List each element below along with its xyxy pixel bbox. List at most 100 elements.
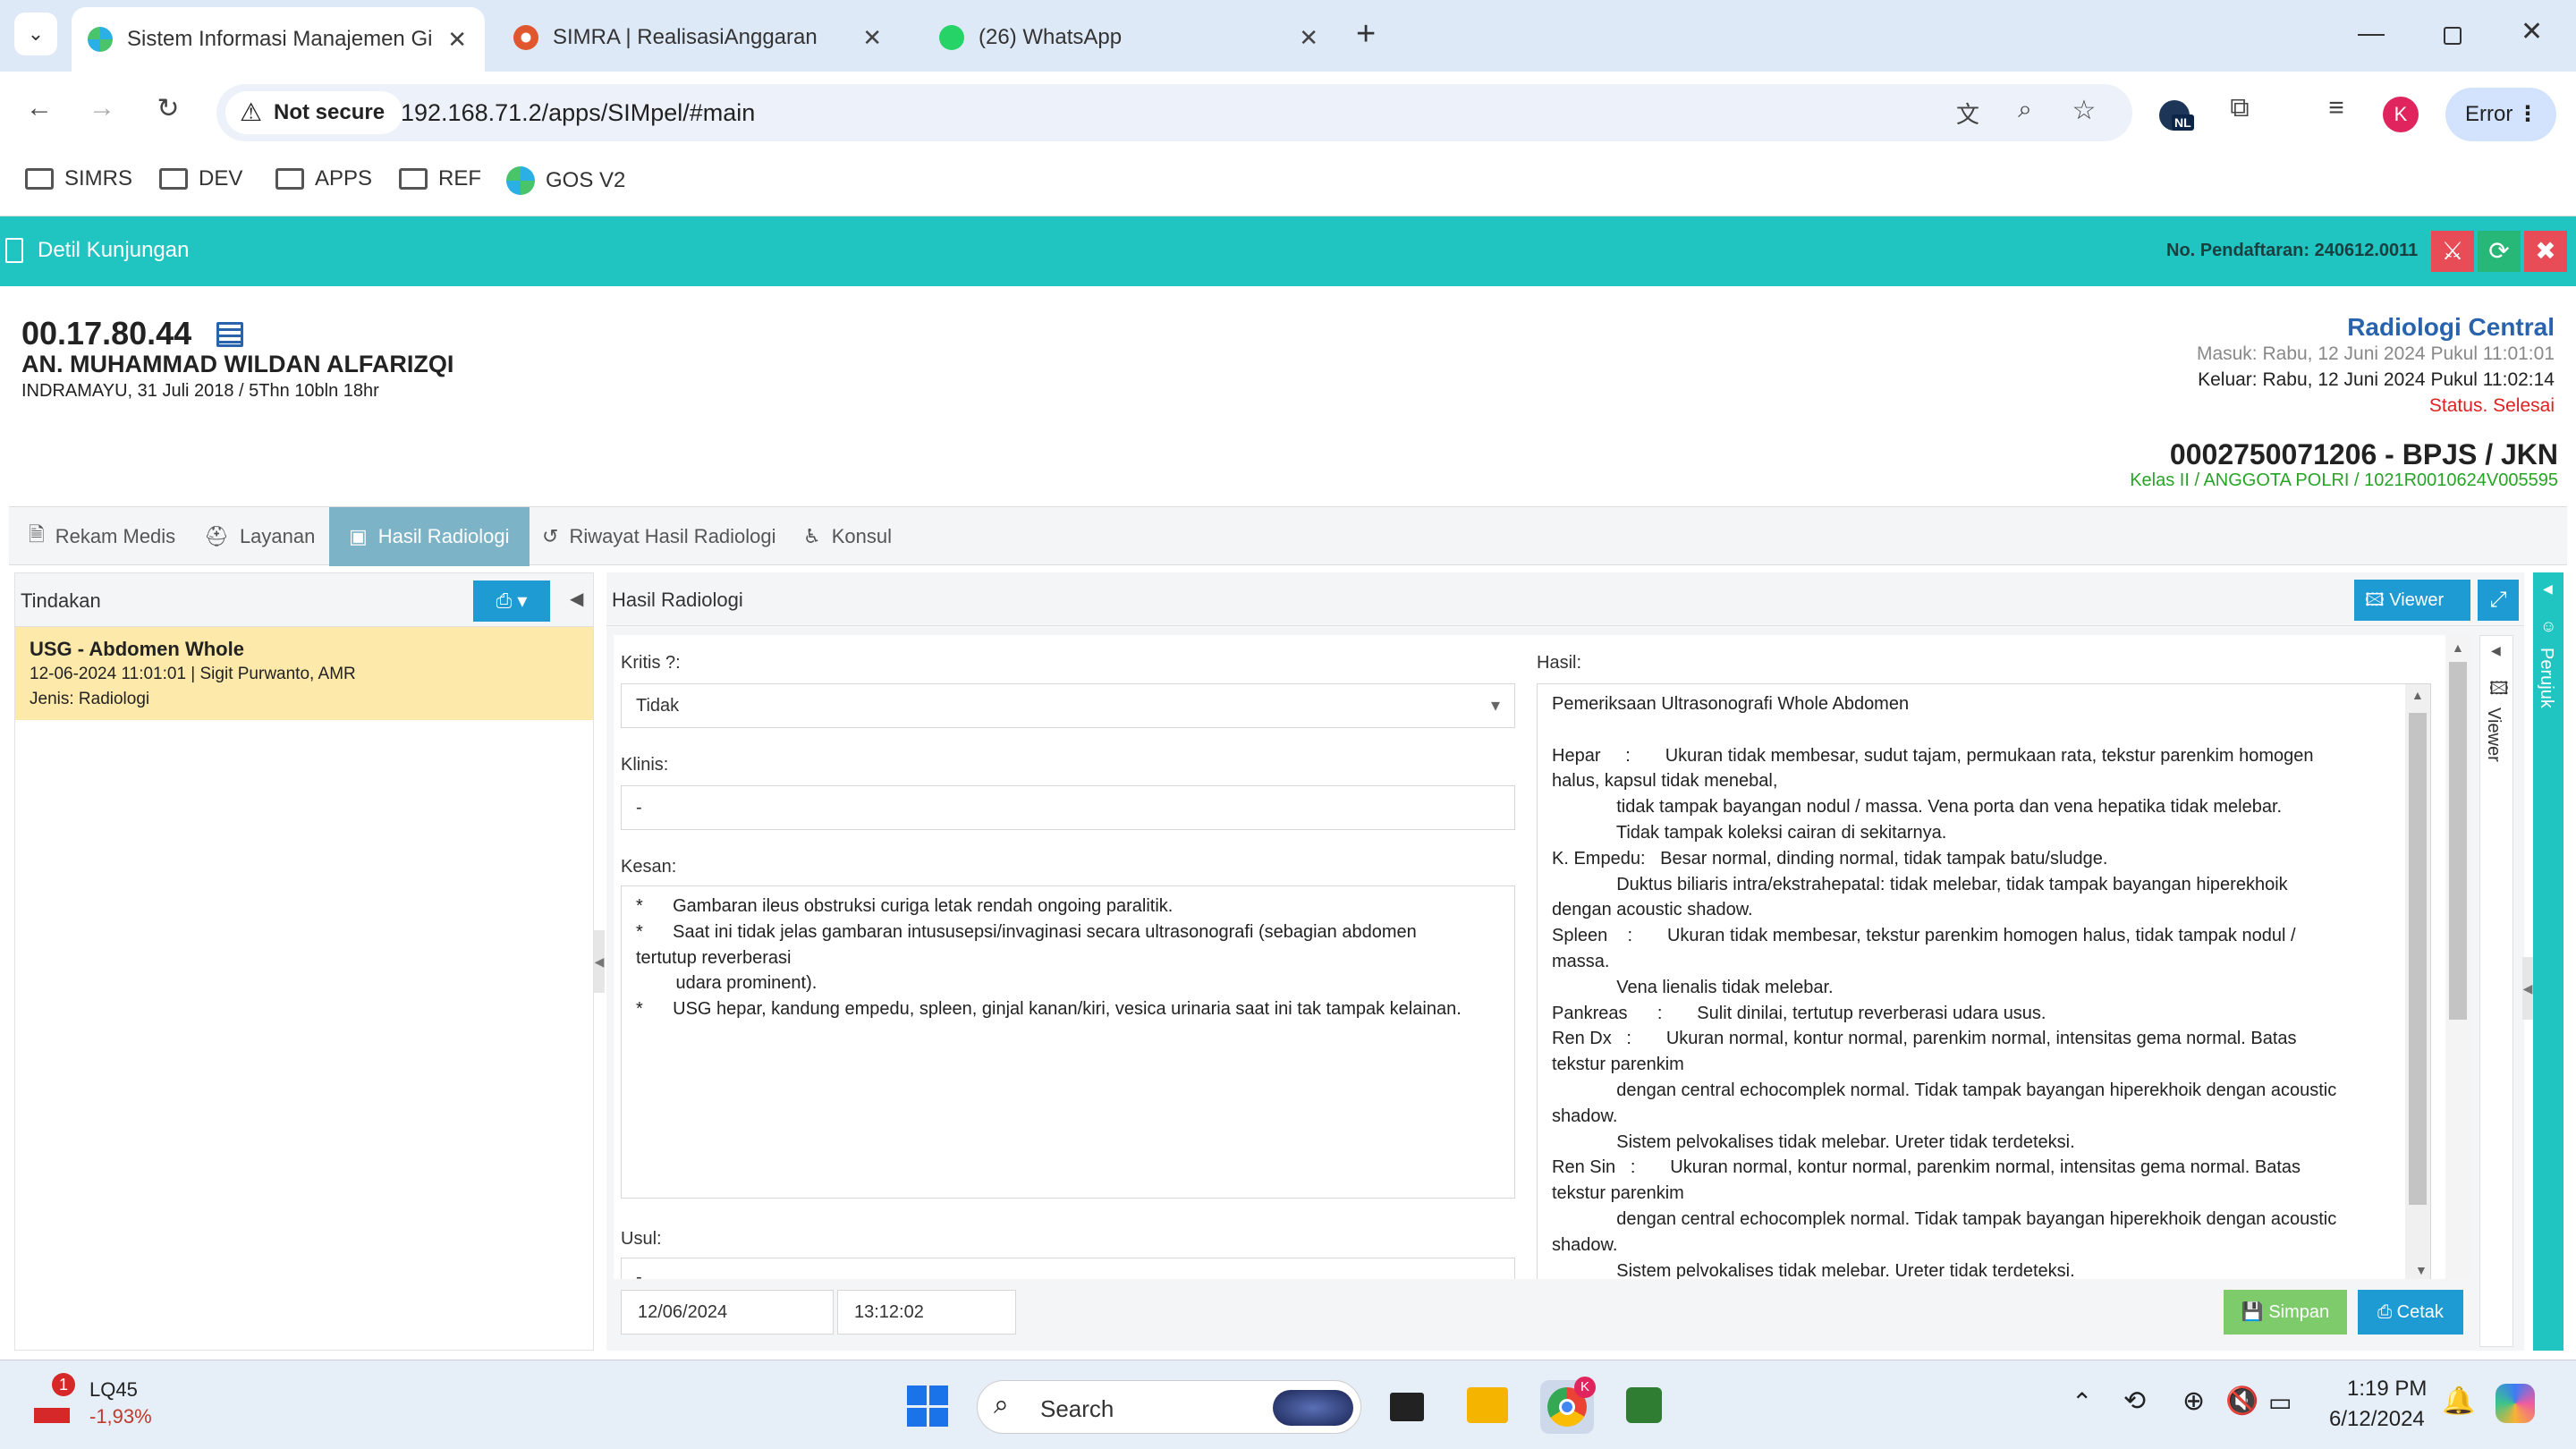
- taskbar-search[interactable]: ⌕ Search: [977, 1380, 1361, 1434]
- collapse-left-icon[interactable]: ◀: [570, 588, 583, 610]
- unlink-button[interactable]: ⚔: [2431, 231, 2474, 272]
- close-button[interactable]: ✖: [2524, 231, 2567, 272]
- simpan-button[interactable]: 💾 Simpan: [2224, 1290, 2347, 1335]
- chevron-up-icon[interactable]: ⌃: [2072, 1387, 2092, 1417]
- hasil-line: [1552, 717, 2416, 743]
- clock-time[interactable]: 1:19 PM: [2347, 1377, 2427, 1402]
- time-field[interactable]: 13:12:02: [837, 1290, 1016, 1335]
- task-view-icon[interactable]: [1390, 1393, 1424, 1421]
- image-icon: 🖾: [2365, 590, 2385, 610]
- url-text[interactable]: 192.168.71.2/apps/SIMpel/#main: [401, 84, 755, 141]
- restore-window-button[interactable]: [2444, 27, 2462, 45]
- kritis-select[interactable]: Tidak ▾: [621, 683, 1515, 728]
- refresh-button[interactable]: ⟳: [2478, 231, 2521, 272]
- notification-bell-icon[interactable]: 🔔: [2442, 1385, 2475, 1417]
- list-item[interactable]: USG - Abdomen Whole 12-06-2024 11:01:01 …: [15, 627, 593, 720]
- tab-layanan[interactable]: ⛑ Layanan: [184, 507, 335, 566]
- hasil-line: tekstur parenkim: [1552, 1183, 1684, 1204]
- bookmark-star-icon[interactable]: ☆: [2066, 95, 2102, 126]
- usul-field[interactable]: -: [621, 1258, 1515, 1279]
- keluar-time: Keluar: Rabu, 12 Juni 2024 Pukul 11:02:1…: [2198, 369, 2555, 390]
- image-icon: 🖾: [2489, 679, 2509, 699]
- start-icon[interactable]: [907, 1385, 948, 1427]
- print-icon: ⎙: [2377, 1302, 2393, 1322]
- extension-globe-icon[interactable]: NL: [2159, 100, 2194, 131]
- kesan-textarea[interactable]: * Gambaran ileus obstruksi curiga letak …: [621, 886, 1515, 1199]
- stock-widget[interactable]: 1 LQ45 -1,93%: [32, 1373, 175, 1437]
- network-icon[interactable]: ⊕: [2182, 1385, 2205, 1417]
- profile-avatar[interactable]: K: [2383, 97, 2419, 132]
- tab-hasil-radiologi[interactable]: ▣ Hasil Radiologi: [329, 507, 530, 566]
- xray-icon: ▣: [349, 525, 368, 547]
- collapse-left-icon[interactable]: ◀: [2543, 581, 2553, 597]
- folder-icon: [275, 168, 304, 190]
- hasil-radiologi-panel: Hasil Radiologi 🖾 Viewer ⤢ Kritis ?: Tid…: [606, 572, 2524, 1351]
- viewer-side-panel[interactable]: ◀ 🖾 Viewer: [2479, 635, 2513, 1347]
- date-field[interactable]: 12/06/2024: [621, 1290, 834, 1335]
- hasil-line: Sistem pelvokalises tidak melebar. Urete…: [1552, 1260, 2075, 1279]
- volume-muted-icon[interactable]: 🔇: [2225, 1385, 2258, 1417]
- forward-icon[interactable]: →: [84, 93, 120, 123]
- cetak-button[interactable]: ⎙ Cetak: [2358, 1290, 2463, 1335]
- back-icon[interactable]: ←: [21, 93, 57, 123]
- hasil-textarea[interactable]: Pemeriksaan Ultrasonografi Whole Abdomen…: [1537, 683, 2431, 1279]
- scroll-down-icon[interactable]: ▼: [2415, 1263, 2428, 1277]
- chrome-icon[interactable]: K: [1540, 1377, 1596, 1434]
- list-icon[interactable]: [216, 322, 243, 347]
- scroll-up-icon[interactable]: ▲: [2411, 688, 2424, 702]
- reload-icon[interactable]: ↻: [150, 93, 186, 124]
- clock-date[interactable]: 6/12/2024: [2329, 1407, 2425, 1432]
- bookmark-dev[interactable]: DEV: [159, 166, 242, 191]
- bookmark-ref[interactable]: REF: [399, 166, 481, 191]
- close-window-button[interactable]: ✕: [2521, 16, 2543, 47]
- tab-search-button[interactable]: ⌄: [14, 13, 57, 55]
- tab-riwayat-hasil-radiologi[interactable]: ↺ Riwayat Hasil Radiologi: [522, 507, 796, 566]
- klinis-field[interactable]: -: [621, 785, 1515, 830]
- masuk-time: Masuk: Rabu, 12 Juni 2024 Pukul 11:01:01: [2196, 343, 2555, 364]
- hasil-line: Vena lienalis tidak melebar.: [1552, 977, 1834, 997]
- tab-simra[interactable]: SIMRA | RealisasiAnggaran ✕: [497, 13, 900, 63]
- perujuk-side-panel[interactable]: ◀ ☺ Perujuk: [2533, 572, 2563, 1351]
- tab-rekam-medis[interactable]: 🗎 Rekam Medis: [9, 507, 195, 566]
- tab-konsul[interactable]: ♿ Konsul: [784, 507, 911, 566]
- stock-name: LQ45: [89, 1378, 138, 1401]
- file-explorer-icon[interactable]: [1467, 1387, 1508, 1423]
- zoom-icon[interactable]: ⌕: [2007, 95, 2043, 124]
- close-tab-icon[interactable]: ✕: [862, 24, 882, 52]
- close-tab-icon[interactable]: ✕: [1299, 24, 1318, 52]
- minimize-window-button[interactable]: [2358, 20, 2385, 36]
- expand-button[interactable]: ⤢: [2478, 580, 2519, 621]
- copilot-icon[interactable]: [2496, 1384, 2535, 1423]
- bookmark-apps[interactable]: APPS: [275, 166, 372, 191]
- error-button[interactable]: Error ⋮: [2445, 88, 2556, 141]
- splitter-handle[interactable]: ◀: [594, 930, 605, 993]
- new-tab-button[interactable]: +: [1356, 13, 1376, 55]
- media-control-icon[interactable]: ≡: [2318, 93, 2354, 123]
- battery-icon[interactable]: ▭: [2268, 1387, 2292, 1417]
- viewer-button[interactable]: 🖾 Viewer: [2354, 580, 2470, 621]
- scroll-thumb[interactable]: [2449, 662, 2467, 1020]
- close-tab-icon[interactable]: ✕: [447, 26, 467, 54]
- tindakan-title: Tindakan: [21, 589, 101, 612]
- security-chip[interactable]: ⚠ Not secure: [225, 91, 403, 134]
- scroll-up-icon[interactable]: ▲: [2452, 640, 2464, 655]
- hasil-scrollbar[interactable]: ▲: [2405, 684, 2430, 1279]
- hasil-line: shadow.: [1552, 1106, 1618, 1126]
- folder-icon: [25, 168, 54, 190]
- translate-icon[interactable]: 文: [1950, 97, 1986, 130]
- hasil-line: Ren Sin : Ukuran normal, kontur normal, …: [1552, 1157, 2301, 1178]
- scroll-thumb[interactable]: [2409, 713, 2427, 1205]
- tab-whatsapp[interactable]: (26) WhatsApp ✕: [923, 13, 1336, 63]
- tab-simpel[interactable]: Sistem Informasi Manajemen Gi ✕: [72, 7, 485, 72]
- print-dropdown-button[interactable]: ⎙ ▾: [473, 580, 550, 622]
- medical-record-number: 00.17.80.44: [21, 315, 192, 352]
- collapse-left-icon[interactable]: ◀: [2491, 643, 2501, 658]
- bookmark-gos-v2[interactable]: GOS V2: [506, 166, 625, 195]
- outer-scrollbar[interactable]: ▲: [2445, 635, 2470, 1279]
- bookmark-simrs[interactable]: SIMRS: [25, 166, 132, 191]
- security-app-icon[interactable]: [1626, 1387, 1662, 1423]
- extensions-puzzle-icon[interactable]: ⧉: [2222, 93, 2258, 123]
- address-bar[interactable]: ⚠ Not secure 192.168.71.2/apps/SIMpel/#m…: [216, 84, 2132, 141]
- splitter-handle[interactable]: ◀: [2522, 957, 2533, 1020]
- sync-icon[interactable]: ⟲: [2123, 1385, 2146, 1417]
